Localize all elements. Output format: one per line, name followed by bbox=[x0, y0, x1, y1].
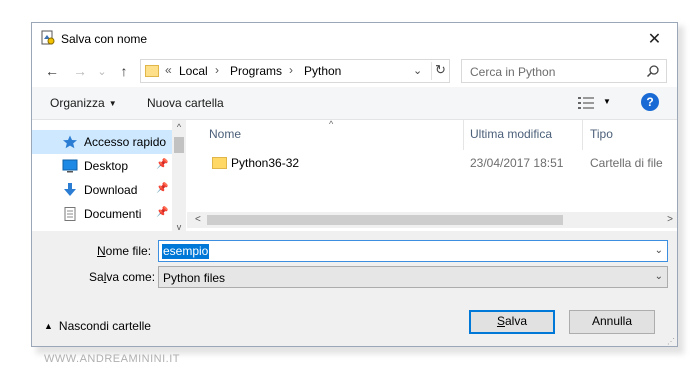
chevron-down-icon: ⌄ bbox=[97, 65, 107, 78]
chevron-up-icon: ▲ bbox=[44, 321, 53, 331]
arrow-left-icon: ← bbox=[45, 63, 59, 79]
sidebar-item-documents[interactable]: Documenti 📌 bbox=[32, 202, 172, 226]
navigation-bar: ← → ⌄ ↑ « Local › Programs › Python ⌄ ↻ … bbox=[32, 55, 677, 87]
sidebar-item-label: Documenti bbox=[84, 207, 142, 221]
filename-input[interactable]: esempio ⌄ bbox=[158, 240, 668, 262]
filename-label: Nome file: bbox=[97, 244, 152, 258]
hide-folders-button[interactable]: ▲ Nascondi cartelle bbox=[44, 319, 151, 333]
desktop-icon bbox=[62, 159, 78, 173]
save-as-dialog: Salva con nome ✕ ← → ⌄ ↑ « Local › Progr… bbox=[31, 22, 678, 347]
pin-icon[interactable]: 📌 bbox=[156, 159, 168, 170]
breadcrumb-separator[interactable]: › bbox=[215, 63, 219, 77]
search-box[interactable]: Cerca in Python bbox=[461, 59, 667, 83]
sidebar-item-download[interactable]: Download 📌 bbox=[32, 178, 172, 202]
search-icon bbox=[646, 65, 659, 78]
python-app-icon bbox=[41, 30, 55, 45]
breadcrumb-programs[interactable]: Programs bbox=[230, 64, 282, 78]
column-header-type[interactable]: Tipo bbox=[590, 127, 613, 141]
file-list: ^ Nome Ultima modifica Tipo Python36-32 … bbox=[187, 119, 677, 232]
document-icon bbox=[64, 207, 76, 221]
organize-button[interactable]: Organizza ▼ bbox=[50, 96, 117, 110]
scrollbar-thumb[interactable] bbox=[207, 215, 563, 225]
save-type-select[interactable]: Python files ⌄ bbox=[158, 266, 668, 288]
watermark: WWW.ANDREAMININI.IT bbox=[44, 353, 180, 365]
chevron-down-icon[interactable]: ⌄ bbox=[655, 245, 663, 256]
download-icon bbox=[64, 183, 76, 196]
file-modified: 23/04/2017 18:51 bbox=[470, 156, 564, 170]
horizontal-scrollbar[interactable]: < > bbox=[187, 212, 677, 228]
filename-value: esempio bbox=[162, 244, 210, 259]
caret-down-icon: ▼ bbox=[108, 99, 117, 108]
arrow-up-icon: ↑ bbox=[120, 63, 128, 79]
back-button[interactable]: ← bbox=[42, 61, 62, 81]
close-icon: ✕ bbox=[647, 31, 662, 48]
resize-grip-icon[interactable]: ⋰ bbox=[667, 337, 675, 346]
browser-pane: Accesso rapido Desktop 📌 Download 📌 Docu… bbox=[32, 119, 677, 232]
pin-icon[interactable]: 📌 bbox=[156, 207, 168, 218]
table-row[interactable]: Python36-32 23/04/2017 18:51 Cartella di… bbox=[187, 152, 677, 174]
pin-icon[interactable]: 📌 bbox=[156, 183, 168, 194]
search-placeholder: Cerca in Python bbox=[470, 65, 556, 79]
new-folder-button[interactable]: Nuova cartella bbox=[147, 96, 224, 110]
folder-icon bbox=[212, 157, 227, 169]
sidebar-item-label: Desktop bbox=[84, 159, 129, 173]
cancel-button[interactable]: Annulla bbox=[569, 310, 655, 334]
breadcrumb-separator[interactable]: › bbox=[289, 63, 293, 77]
title-bar: Salva con nome ✕ bbox=[32, 23, 677, 55]
star-icon bbox=[63, 135, 77, 149]
refresh-icon[interactable]: ↻ bbox=[431, 62, 449, 80]
window-title: Salva con nome bbox=[61, 32, 148, 46]
folder-icon bbox=[145, 65, 159, 77]
breadcrumb-python[interactable]: Python bbox=[304, 64, 341, 78]
scroll-right-icon[interactable]: > bbox=[667, 214, 673, 225]
up-button[interactable]: ↑ bbox=[114, 61, 134, 81]
sidebar-scrollbar[interactable]: ^ v bbox=[172, 120, 186, 232]
column-divider[interactable] bbox=[582, 120, 583, 150]
chevron-down-icon[interactable]: ⌄ bbox=[655, 271, 663, 282]
save-type-value: Python files bbox=[163, 271, 226, 285]
save-type-label: Salva come: bbox=[89, 270, 156, 284]
command-bar: Organizza ▼ Nuova cartella ▼ ? bbox=[32, 87, 677, 119]
scroll-left-icon[interactable]: < bbox=[195, 214, 201, 225]
column-divider[interactable] bbox=[463, 120, 464, 150]
breadcrumb-overflow[interactable]: « bbox=[165, 63, 172, 77]
view-options-icon[interactable] bbox=[577, 96, 595, 110]
close-button[interactable]: ✕ bbox=[632, 23, 677, 55]
sidebar-item-quick-access[interactable]: Accesso rapido bbox=[32, 130, 172, 154]
column-header-name[interactable]: Nome bbox=[209, 127, 241, 141]
save-button[interactable]: Salva bbox=[469, 310, 555, 334]
help-icon[interactable]: ? bbox=[641, 93, 659, 111]
address-bar[interactable]: « Local › Programs › Python ⌄ ↻ bbox=[140, 59, 450, 83]
hide-folders-label: Nascondi cartelle bbox=[58, 319, 151, 333]
organize-label: Organizza bbox=[50, 96, 105, 110]
recent-locations-button[interactable]: ⌄ bbox=[92, 61, 112, 81]
arrow-right-icon: → bbox=[73, 63, 87, 79]
breadcrumb-local[interactable]: Local bbox=[179, 64, 208, 78]
file-type: Cartella di file bbox=[590, 156, 663, 170]
file-name: Python36-32 bbox=[231, 156, 300, 170]
navigation-pane: Accesso rapido Desktop 📌 Download 📌 Docu… bbox=[32, 120, 186, 232]
forward-button[interactable]: → bbox=[70, 61, 90, 81]
column-header-modified[interactable]: Ultima modifica bbox=[470, 127, 552, 141]
scroll-up-icon[interactable]: ^ bbox=[172, 122, 186, 132]
view-caret-down-icon[interactable]: ▼ bbox=[603, 97, 611, 106]
scrollbar-thumb[interactable] bbox=[174, 137, 184, 153]
address-dropdown-icon[interactable]: ⌄ bbox=[413, 64, 422, 77]
save-form: Nome file: esempio ⌄ Salva come: Python … bbox=[32, 231, 677, 346]
sidebar-item-label: Accesso rapido bbox=[84, 135, 167, 149]
sort-ascending-icon: ^ bbox=[329, 119, 334, 129]
sidebar-item-label: Download bbox=[84, 183, 138, 197]
sidebar-item-desktop[interactable]: Desktop 📌 bbox=[32, 154, 172, 178]
